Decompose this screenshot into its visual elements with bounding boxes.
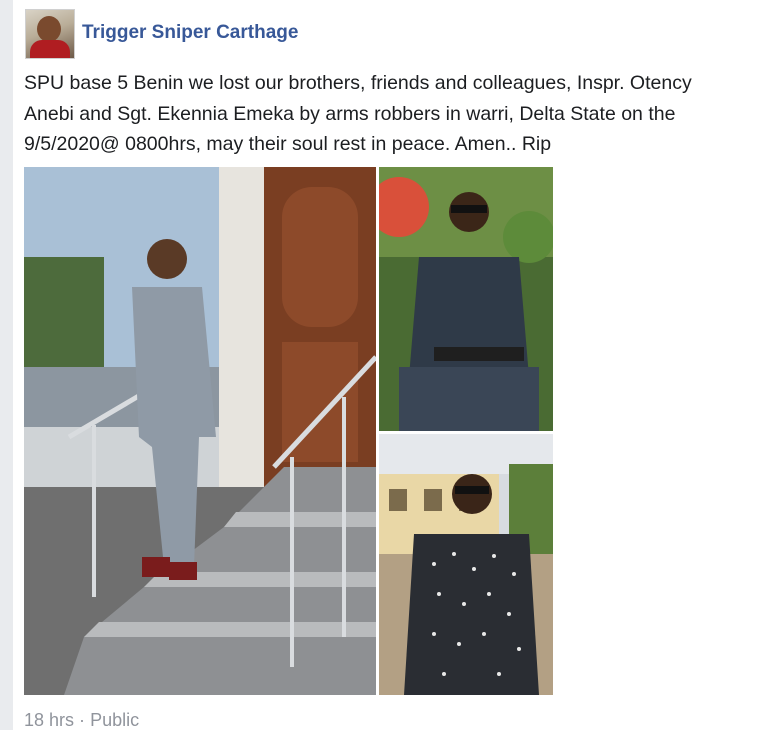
avatar-shirt	[30, 40, 70, 58]
photo-staircase-man	[24, 167, 376, 695]
post-timestamp[interactable]: 18 hrs	[24, 710, 74, 730]
post-text: SPU base 5 Benin we lost our brothers, f…	[24, 72, 692, 155]
post-meta: 18 hrs · Public	[24, 709, 139, 731]
avatar-face	[37, 16, 61, 42]
audience-label: Public	[90, 709, 140, 730]
meta-separator: ·	[79, 709, 86, 730]
post-photo-2[interactable]	[379, 167, 553, 431]
post-photo-1[interactable]	[24, 167, 376, 695]
photo-man-patterned-shirt	[379, 434, 553, 695]
post-photo-3[interactable]	[379, 434, 553, 695]
photo-officer-seated	[379, 167, 553, 431]
author-avatar[interactable]	[25, 9, 75, 59]
author-name-link[interactable]: Trigger Sniper Carthage	[82, 22, 298, 44]
left-border	[0, 0, 13, 730]
